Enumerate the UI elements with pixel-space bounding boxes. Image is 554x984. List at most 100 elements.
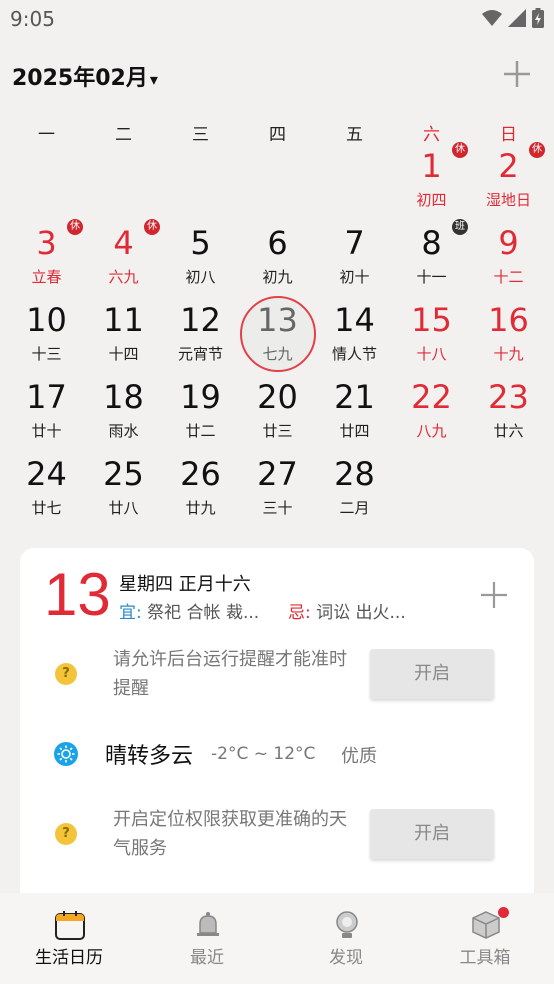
- notification-dot: [498, 907, 509, 918]
- day-number: 20: [257, 378, 298, 416]
- nav-label: 最近: [190, 948, 224, 968]
- calendar-day[interactable]: 7 初十: [316, 207, 393, 286]
- yi-ji-row[interactable]: 宜: 祭祀 合帐 裁... 忌: 词讼 出火...: [119, 598, 406, 623]
- location-enable-button[interactable]: 开启: [370, 809, 494, 859]
- weather-description[interactable]: 晴转多云: [105, 738, 193, 770]
- yi-text: 祭祀 合帐 裁...: [147, 603, 260, 623]
- calendar-day[interactable]: 3 立春休: [8, 207, 85, 286]
- lunar-label: 廿九: [185, 499, 216, 517]
- nav-recent[interactable]: 最近: [138, 893, 276, 984]
- lunar-label: 廿八: [108, 499, 139, 517]
- calendar-day[interactable]: 24 廿七: [8, 438, 85, 517]
- add-event-icon[interactable]: [500, 57, 534, 91]
- day-number: 18: [103, 378, 144, 416]
- yi-label: 宜:: [119, 603, 142, 623]
- bell-icon: [197, 912, 219, 936]
- calendar-day[interactable]: 14 情人节: [316, 284, 393, 363]
- nav-label: 生活日历: [35, 948, 103, 968]
- reminder-text: 请允许后台运行提醒才能准时提醒: [113, 649, 347, 699]
- holiday-badge: 休: [529, 142, 545, 158]
- day-number: 15: [411, 301, 452, 339]
- reminder-enable-button[interactable]: 开启: [370, 649, 494, 699]
- reminder-permission-row: ? 请允许后台运行提醒才能准时提醒 开启: [20, 648, 534, 708]
- calendar-day[interactable]: 4 六九休: [85, 207, 162, 286]
- weekday-label: 二: [115, 125, 132, 145]
- nav-label: 工具箱: [459, 948, 511, 968]
- status-time: 9:05: [10, 7, 55, 31]
- week-lunar-date: 星期四 正月十六: [119, 574, 251, 595]
- day-number: 17: [26, 378, 67, 416]
- calendar-day[interactable]: 19 廿二: [162, 361, 239, 440]
- day-number: 12: [180, 301, 221, 339]
- calendar-day[interactable]: 10 十三: [8, 284, 85, 363]
- lunar-label: 廿六: [493, 422, 524, 440]
- signal-icon: [508, 9, 526, 27]
- lunar-label: 三十: [262, 499, 293, 517]
- holiday-badge: 休: [144, 219, 160, 235]
- day-number: 25: [103, 455, 144, 493]
- calendar-day[interactable]: 11 十四: [85, 284, 162, 363]
- calendar-day[interactable]: 15 十八: [393, 284, 470, 363]
- day-number: 24: [26, 455, 67, 493]
- calendar-day[interactable]: 28 二月: [316, 438, 393, 517]
- day-number: 23: [488, 378, 529, 416]
- question-icon: ?: [55, 823, 77, 845]
- calendar-day[interactable]: 6 初九: [239, 207, 316, 286]
- day-number: 28: [334, 455, 375, 493]
- calendar-day[interactable]: 23 廿六: [470, 361, 547, 440]
- day-info-card: 13 星期四 正月十六 宜: 祭祀 合帐 裁... 忌: 词讼 出火... ? …: [20, 548, 534, 893]
- month-label: 2025年02月: [12, 66, 148, 91]
- status-bar: 9:05: [0, 0, 554, 40]
- day-number: 26: [180, 455, 221, 493]
- weekday-label: 三: [192, 125, 209, 145]
- calendar-day[interactable]: 5 初八: [162, 207, 239, 286]
- calendar-day[interactable]: 2 湿地日休: [470, 130, 547, 209]
- calendar-day-selected[interactable]: 13 七九: [239, 284, 316, 372]
- sun-icon: [54, 742, 78, 766]
- air-quality: 优质: [341, 746, 377, 767]
- calendar-day[interactable]: 8 十一班: [393, 207, 470, 286]
- day-number: 16: [488, 301, 529, 339]
- battery-charging-icon: [532, 8, 544, 28]
- question-icon: ?: [55, 663, 77, 685]
- calendar-day[interactable]: 1 初四休: [393, 130, 470, 209]
- calendar-day[interactable]: 17 廿十: [8, 361, 85, 440]
- ji-label: 忌:: [287, 603, 311, 623]
- day-number: 19: [180, 378, 221, 416]
- calendar-day[interactable]: 18 雨水: [85, 361, 162, 440]
- nav-toolbox[interactable]: 工具箱: [416, 893, 554, 984]
- day-number: 21: [334, 378, 375, 416]
- status-icons: [482, 8, 544, 28]
- calendar-day[interactable]: 12 元宵节: [162, 284, 239, 363]
- weather-temperature: -2°C ~ 12°C: [211, 744, 316, 764]
- location-permission-row: ? 开启定位权限获取更准确的天气服务 开启: [20, 808, 534, 868]
- caret-down-icon: ▾: [149, 70, 158, 89]
- day-number: 7: [344, 224, 365, 262]
- calendar-day[interactable]: 27 三十: [239, 438, 316, 517]
- lunar-label: 八九: [416, 422, 447, 440]
- nav-calendar[interactable]: 生活日历: [0, 893, 138, 984]
- calendar-day[interactable]: 20 廿三: [239, 361, 316, 440]
- day-number: 6: [267, 224, 288, 262]
- lunar-label: 二月: [339, 499, 370, 517]
- month-selector[interactable]: 2025年02月 ▾: [12, 60, 158, 92]
- calendar-day[interactable]: 21 廿四: [316, 361, 393, 440]
- location-text: 开启定位权限获取更准确的天气服务: [113, 809, 347, 859]
- holiday-badge: 休: [452, 142, 468, 158]
- weekday-label: 五: [346, 125, 363, 145]
- lightbulb-icon: [336, 911, 358, 938]
- calendar-day[interactable]: 16 十九: [470, 284, 547, 363]
- calendar-day[interactable]: 22 八九: [393, 361, 470, 440]
- day-number: 14: [334, 301, 375, 339]
- nav-discover[interactable]: 发现: [277, 893, 415, 984]
- selected-day-number: 13: [44, 561, 111, 628]
- calendar-icon: [55, 911, 85, 940]
- calendar-day[interactable]: 25 廿八: [85, 438, 162, 517]
- calendar-day[interactable]: 9 十二: [470, 207, 547, 286]
- day-number: 27: [257, 455, 298, 493]
- day-number: 22: [411, 378, 452, 416]
- day-number: 9: [498, 224, 519, 262]
- add-note-icon[interactable]: [479, 580, 509, 610]
- holiday-badge: 休: [67, 219, 83, 235]
- calendar-day[interactable]: 26 廿九: [162, 438, 239, 517]
